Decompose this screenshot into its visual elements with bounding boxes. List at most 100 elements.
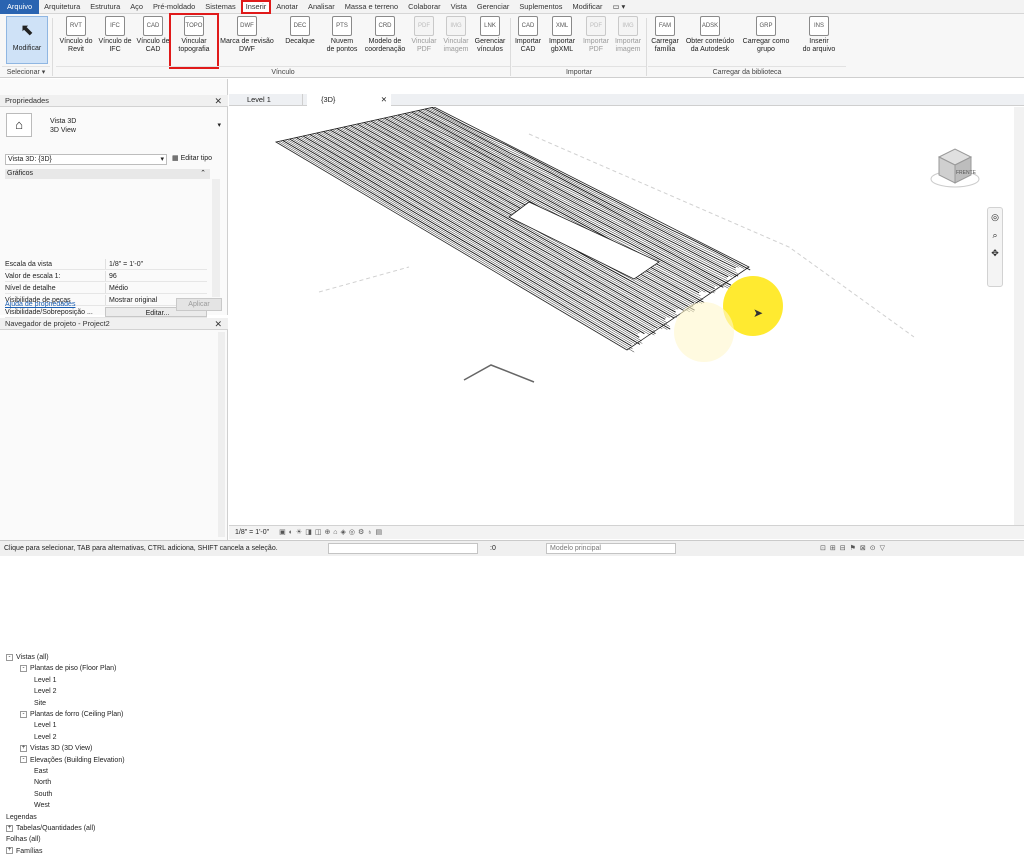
tab-modificar[interactable]: Modificar bbox=[567, 0, 607, 14]
tree-item[interactable]: + Famílias bbox=[6, 846, 42, 857]
property-value[interactable]: 96 bbox=[105, 271, 207, 281]
tab-file[interactable]: Arquivo bbox=[0, 0, 40, 14]
topography-model: ➤ bbox=[274, 106, 915, 383]
tree-item[interactable]: North bbox=[34, 777, 51, 788]
tree-item[interactable]: Legendas bbox=[6, 812, 37, 823]
contour-line bbox=[323, 131, 671, 330]
tab-massa-terreno[interactable]: Massa e terreno bbox=[340, 0, 403, 14]
3d-canvas[interactable]: ➤ FRENTE ◎ ⌕ ✥ bbox=[229, 106, 1024, 525]
property-row[interactable]: Valor de escala 1: 96 bbox=[5, 271, 207, 282]
canvas-scrollbar[interactable] bbox=[1014, 107, 1024, 525]
coordination-model-button[interactable]: CRD Modelo de coordenação bbox=[362, 16, 408, 54]
view-control-icons[interactable]: ▣◐☀◨◫⊕⌂◈◎⚙♁▤ bbox=[279, 529, 385, 536]
property-value[interactable]: Médio bbox=[105, 283, 207, 293]
tree-item[interactable]: - Plantas de piso (Floor Plan) bbox=[20, 663, 116, 674]
tab-estrutura[interactable]: Estrutura bbox=[85, 0, 125, 14]
tree-item[interactable]: East bbox=[34, 766, 48, 777]
tree-item[interactable]: South bbox=[34, 789, 52, 800]
group-select[interactable]: Selecionar ▾ bbox=[2, 66, 50, 78]
viewcube[interactable]: FRENTE bbox=[929, 139, 981, 191]
tab-sistemas[interactable]: Sistemas bbox=[200, 0, 240, 14]
view-tab-3d[interactable]: {3D} ✕ bbox=[307, 94, 391, 106]
section-graphics[interactable]: Gráficos ⌃ bbox=[5, 169, 210, 179]
tree-item[interactable]: West bbox=[34, 800, 50, 811]
decal-button[interactable]: DEC Decalque bbox=[280, 16, 320, 46]
browser-header: Navegador de projeto - Project2 ✕ bbox=[0, 318, 228, 330]
properties-scrollbar[interactable] bbox=[212, 179, 220, 297]
tree-item-label: Folhas (all) bbox=[6, 836, 41, 844]
view-scale[interactable]: 1/8" = 1'-0" bbox=[235, 529, 269, 536]
section-box-edge bbox=[318, 266, 410, 293]
view-tab-level-1[interactable]: Level 1 bbox=[233, 94, 303, 106]
import-pdf-button[interactable]: PDF Importar PDF bbox=[580, 16, 612, 54]
navigation-bar[interactable]: ◎ ⌕ ✥ bbox=[987, 207, 1003, 287]
load-as-group-button[interactable]: GRP Carregar como grupo bbox=[740, 16, 792, 54]
tab-colaborar[interactable]: Colaborar bbox=[403, 0, 445, 14]
import-gbxml-button[interactable]: XML Importar gbXML bbox=[546, 16, 578, 54]
tree-item[interactable]: Level 1 bbox=[34, 675, 57, 686]
link-pdf-button[interactable]: PDF Vincular PDF bbox=[408, 16, 440, 54]
tab-pre-moldado[interactable]: Pré-moldado bbox=[148, 0, 200, 14]
tree-item[interactable]: Level 2 bbox=[34, 732, 57, 743]
manage-links-button[interactable]: LNK Gerenciar vínculos bbox=[472, 16, 508, 54]
import-image-button[interactable]: IMG Importar imagem bbox=[612, 16, 644, 54]
edit-type-button[interactable]: ▦ Editar tipo bbox=[172, 154, 212, 162]
tree-item[interactable]: - Vistas (all) bbox=[6, 652, 49, 663]
workset-dropdown[interactable] bbox=[328, 543, 478, 554]
contour-line bbox=[381, 118, 706, 293]
type-dropdown-icon[interactable]: ▾ bbox=[217, 121, 221, 129]
close-icon[interactable]: ✕ bbox=[214, 95, 222, 107]
dwf-markup-button[interactable]: DWF Marca de revisão DWF bbox=[218, 16, 276, 54]
collapse-icon[interactable]: - bbox=[20, 665, 27, 673]
tree-item[interactable]: + Tabelas/Quantidades (all) bbox=[6, 823, 95, 834]
link-revit-button[interactable]: RVT Vínculo do Revit bbox=[56, 16, 96, 54]
collapse-icon[interactable]: - bbox=[20, 756, 27, 764]
tree-item[interactable]: Level 1 bbox=[34, 720, 57, 731]
close-icon[interactable]: ✕ bbox=[214, 318, 222, 330]
tree-item[interactable]: Folhas (all) bbox=[6, 834, 41, 845]
apply-button[interactable]: Aplicar bbox=[176, 298, 222, 311]
tab-analisar[interactable]: Analisar bbox=[303, 0, 340, 14]
tree-item[interactable]: - Plantas de forro (Ceiling Plan) bbox=[20, 709, 123, 720]
link-ifc-button[interactable]: IFC Vínculo de IFC bbox=[96, 16, 134, 54]
collapse-icon[interactable]: - bbox=[20, 710, 27, 718]
load-family-button[interactable]: FAM Carregar família bbox=[648, 16, 682, 54]
browser-scrollbar[interactable] bbox=[218, 332, 225, 537]
tab-gerenciar[interactable]: Gerenciar bbox=[472, 0, 514, 14]
modify-button[interactable]: ⬉ Modificar bbox=[6, 16, 48, 64]
properties-help-link[interactable]: Ajuda de propriedades bbox=[5, 301, 75, 308]
tree-item[interactable]: + Vistas 3D (3D View) bbox=[20, 743, 92, 754]
autodesk-content-button[interactable]: ADSK Obter conteúdo da Autodesk bbox=[682, 16, 738, 54]
tab-suplementos[interactable]: Suplementos bbox=[514, 0, 567, 14]
collapse-icon[interactable]: - bbox=[6, 653, 13, 661]
expand-icon[interactable]: + bbox=[6, 824, 13, 832]
steering-wheel-icon[interactable]: ◎ bbox=[988, 208, 1002, 226]
tree-item[interactable]: Level 2 bbox=[34, 686, 57, 697]
insert-from-file-button[interactable]: INS Inserir do arquivo bbox=[796, 16, 842, 54]
tab-vista[interactable]: Vista bbox=[446, 0, 472, 14]
close-icon[interactable]: ✕ bbox=[381, 94, 387, 106]
link-image-button[interactable]: IMG Vincular imagem bbox=[440, 16, 472, 54]
link-cad-button[interactable]: CAD Vínculo de CAD bbox=[134, 16, 172, 54]
expand-icon[interactable]: + bbox=[20, 744, 27, 752]
expand-icon[interactable]: + bbox=[6, 847, 13, 855]
import-cad-button[interactable]: CAD Importar CAD bbox=[512, 16, 544, 54]
property-value[interactable]: 1/8" = 1'-0" bbox=[105, 259, 207, 269]
tree-item[interactable]: - Elevações (Building Elevation) bbox=[20, 755, 125, 766]
tab-aco[interactable]: Aço bbox=[125, 0, 148, 14]
selection-filter-icons[interactable]: ⊡⊞⊟⚑⊠⊙▽ bbox=[820, 541, 889, 557]
ribbon-options-icon[interactable]: ▭ ▾ bbox=[607, 0, 630, 14]
pan-icon[interactable]: ✥ bbox=[988, 244, 1002, 262]
zoom-icon[interactable]: ⌕ bbox=[988, 226, 1002, 244]
tree-item-label: Level 2 bbox=[34, 688, 57, 696]
point-cloud-button[interactable]: PTS Nuvem de pontos bbox=[322, 16, 362, 54]
instance-selector[interactable]: Vista 3D: {3D} ▾ bbox=[5, 154, 167, 165]
tab-arquitetura[interactable]: Arquitetura bbox=[39, 0, 85, 14]
design-option-dropdown[interactable]: Modelo principal bbox=[546, 543, 676, 554]
tab-inserir[interactable]: Inserir bbox=[240, 0, 272, 14]
tree-item[interactable]: Site bbox=[34, 698, 46, 709]
tab-anotar[interactable]: Anotar bbox=[271, 0, 303, 14]
property-row[interactable]: Nível de detalhe Médio bbox=[5, 283, 207, 294]
property-row[interactable]: Escala da vista 1/8" = 1'-0" bbox=[5, 259, 207, 270]
link-topography-button[interactable]: TOPO Vincular topografia bbox=[169, 13, 219, 69]
